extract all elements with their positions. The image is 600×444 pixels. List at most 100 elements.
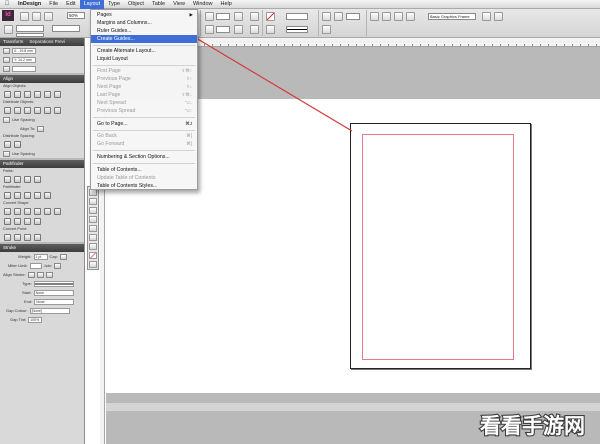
center-content-icon[interactable] <box>394 12 403 21</box>
align-stroke-center-icon[interactable] <box>27 271 35 278</box>
direct-selection-tool-icon[interactable] <box>89 198 97 205</box>
link-icon[interactable] <box>3 56 10 63</box>
zoom-level-field[interactable]: 50% <box>67 12 85 19</box>
bevel-rectangle-icon[interactable] <box>24 207 31 215</box>
menu-file[interactable]: File <box>45 0 62 9</box>
weight-field[interactable]: 1 pt <box>33 253 48 260</box>
scale-y-icon[interactable] <box>205 25 214 34</box>
align-to-selection-icon[interactable] <box>37 125 45 132</box>
orthogonal-line-icon[interactable] <box>34 217 41 225</box>
distribute-hspace-icon[interactable] <box>14 140 21 148</box>
distribute-hcenter-icon[interactable] <box>44 106 51 114</box>
align-panel-tab[interactable]: Align <box>0 75 84 83</box>
smooth-point-icon[interactable] <box>24 233 31 241</box>
transform-x-field[interactable]: X: -19.8 mm <box>12 47 36 54</box>
start-select[interactable]: None <box>33 289 74 296</box>
tab-separations-preview[interactable]: Separations Previ <box>29 38 65 46</box>
menu-edit[interactable]: Edit <box>62 0 79 9</box>
scale-icon[interactable] <box>3 65 10 72</box>
scale-x-field[interactable] <box>216 13 230 20</box>
fill-stroke-icon[interactable] <box>89 252 97 259</box>
align-left-icon[interactable] <box>4 90 11 98</box>
menu-item-previous-page[interactable]: Previous Page ⇧↑ <box>91 75 197 83</box>
menu-help[interactable]: Help <box>217 0 236 9</box>
text-wrap-icon[interactable] <box>322 25 331 34</box>
end-select[interactable]: None <box>34 298 75 305</box>
reverse-path-icon[interactable] <box>34 175 41 183</box>
minus-back-icon[interactable] <box>44 191 51 199</box>
gap-colour-select[interactable]: [None] <box>29 307 70 314</box>
reference-point-icon[interactable] <box>4 25 13 34</box>
distribute-bottom-icon[interactable] <box>24 106 31 114</box>
fit-content-icon[interactable] <box>370 12 379 21</box>
effects-icon[interactable] <box>322 12 331 21</box>
menu-window[interactable]: Window <box>189 0 217 9</box>
pen-tool-icon[interactable] <box>89 243 97 250</box>
transform-y-field[interactable]: Y: 14.2 mm <box>12 56 36 63</box>
transform-panel-tabs[interactable]: Transform Separations Previ <box>0 38 84 46</box>
join-icon[interactable] <box>54 262 62 269</box>
menu-item-go-to-page[interactable]: Go to Page... ⌘J <box>91 120 197 128</box>
view-options-icon[interactable] <box>44 12 53 21</box>
menu-item-last-page[interactable]: Last Page ⇧⌘↓ <box>91 91 197 99</box>
menu-item-previous-spread[interactable]: Previous Spread ⌥↑ <box>91 107 197 115</box>
drop-shadow-icon[interactable] <box>334 12 343 21</box>
tab-pathfinder[interactable]: Pathfinder <box>3 160 24 168</box>
tab-stroke[interactable]: Stroke <box>3 244 16 252</box>
menu-object[interactable]: Object <box>124 0 148 9</box>
use-spacing-2-checkbox[interactable] <box>3 150 10 157</box>
menu-item-next-spread[interactable]: Next Spread ⌥↓ <box>91 99 197 107</box>
object-style-field[interactable]: Basic Graphics Frame <box>428 13 476 20</box>
menu-item-create-guides[interactable]: Create Guides... <box>91 35 197 43</box>
exclude-overlap-icon[interactable] <box>34 191 41 199</box>
transform-scale-field[interactable] <box>12 65 36 72</box>
line-tool-icon[interactable] <box>89 234 97 241</box>
selection-tool-icon[interactable] <box>89 189 97 196</box>
tab-transform[interactable]: Transform <box>3 38 23 46</box>
plain-point-icon[interactable] <box>4 233 11 241</box>
fill-swatch-icon[interactable] <box>266 12 275 21</box>
distribute-top-icon[interactable] <box>4 106 11 114</box>
join-path-icon[interactable] <box>4 175 11 183</box>
stroke-type-field[interactable] <box>286 26 308 33</box>
bridge-icon[interactable] <box>20 12 29 21</box>
y-position-field[interactable] <box>16 33 44 37</box>
symmetrical-point-icon[interactable] <box>34 233 41 241</box>
menu-item-ruler-guides[interactable]: Ruler Guides... <box>91 27 197 35</box>
stroke-weight-field[interactable] <box>286 13 308 20</box>
menu-item-pages[interactable]: Pages ▶ <box>91 11 197 19</box>
intersect-shape-icon[interactable] <box>24 191 31 199</box>
line-shape-icon[interactable] <box>24 217 31 225</box>
fit-frame-icon[interactable] <box>382 12 391 21</box>
menu-item-first-page[interactable]: First Page ⇧⌘↑ <box>91 67 197 75</box>
menu-item-go-back[interactable]: Go Back ⌘[ <box>91 132 197 140</box>
align-center-icon[interactable] <box>14 90 21 98</box>
menu-item-margins-columns[interactable]: Margins and Columns... <box>91 19 197 27</box>
menu-item-toc-styles[interactable]: Table of Contents Styles... <box>91 182 197 190</box>
fill-frame-icon[interactable] <box>406 12 415 21</box>
rotate-icon[interactable] <box>234 12 243 21</box>
menu-table[interactable]: Table <box>148 0 169 9</box>
menu-indesign[interactable]: InDesign <box>14 0 45 9</box>
pathfinder-panel-tab[interactable]: Pathfinder <box>0 160 84 168</box>
shear-icon[interactable] <box>234 25 243 34</box>
subtract-shape-icon[interactable] <box>14 191 21 199</box>
menu-layout[interactable]: Layout <box>79 0 105 9</box>
distribute-left-icon[interactable] <box>34 106 41 114</box>
scale-y-field[interactable] <box>216 26 230 33</box>
menu-item-create-alternate-layout[interactable]: Create Alternate Layout... <box>91 47 197 55</box>
tab-align[interactable]: Align <box>3 75 13 83</box>
rounded-rectangle-icon[interactable] <box>14 207 21 215</box>
cap-icon[interactable] <box>59 253 67 260</box>
mini-bridge-icon[interactable] <box>32 12 41 21</box>
inverse-rounded-icon[interactable] <box>34 207 41 215</box>
type-tool-icon[interactable] <box>89 225 97 232</box>
menu-item-liquid-layout[interactable]: Liquid Layout <box>91 55 197 63</box>
menu-item-numbering-section[interactable]: Numbering & Section Options... <box>91 153 197 161</box>
distribute-vspace-icon[interactable] <box>4 140 11 148</box>
distribute-vcenter-icon[interactable] <box>14 106 21 114</box>
align-right-icon[interactable] <box>24 90 31 98</box>
close-path-icon[interactable] <box>24 175 31 183</box>
document-page[interactable] <box>350 123 531 369</box>
x-position-field[interactable] <box>16 25 44 32</box>
